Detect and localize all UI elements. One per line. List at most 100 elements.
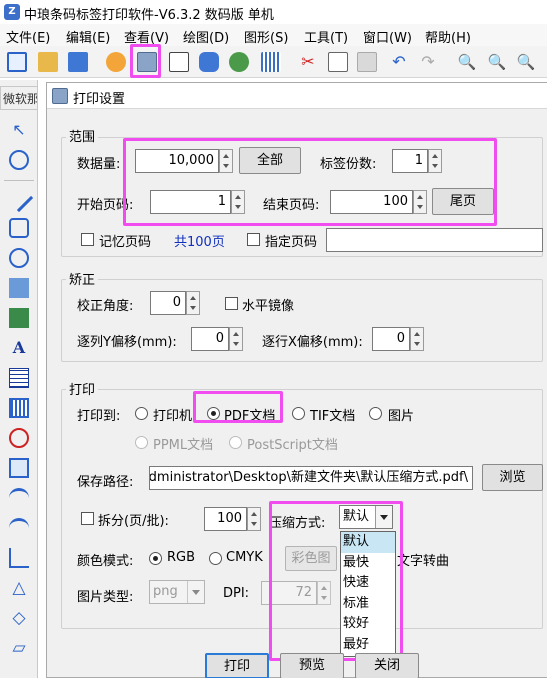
postscript-radio[interactable] — [229, 436, 242, 449]
start-page-spinner[interactable] — [231, 190, 245, 214]
picture-icon[interactable] — [9, 308, 29, 328]
copies-spinner[interactable] — [428, 149, 442, 173]
cmyk-radio[interactable] — [209, 552, 222, 565]
save-icon[interactable] — [68, 52, 88, 72]
menu-window[interactable]: 窗口(W) — [363, 27, 412, 46]
shape-library-icon[interactable] — [9, 428, 29, 448]
printer-radio[interactable] — [135, 407, 148, 420]
data-settings-icon[interactable] — [229, 52, 249, 72]
image-label: 图片 — [388, 409, 415, 424]
zoom-in-icon[interactable]: 🔍 — [457, 52, 477, 72]
polyline-icon[interactable] — [9, 548, 29, 568]
specify-pages-input[interactable] — [326, 228, 543, 252]
menu-view[interactable]: 查看(V) — [124, 27, 169, 46]
specify-pages-checkbox[interactable] — [247, 233, 260, 246]
rgb-radio[interactable] — [149, 552, 162, 565]
angle-input[interactable]: 0 — [150, 291, 186, 315]
angle-label: 校正角度: — [77, 299, 134, 314]
dpi-spinner[interactable] — [317, 581, 331, 605]
start-page-input[interactable]: 1 — [150, 190, 231, 214]
paste-icon[interactable] — [357, 52, 377, 72]
pdf-radio[interactable] — [207, 407, 220, 420]
redo-icon[interactable]: ↷ — [418, 52, 438, 72]
dpi-label: DPI: — [223, 586, 250, 601]
print-icon — [52, 88, 68, 104]
arc-icon[interactable] — [9, 518, 29, 538]
menu-shape[interactable]: 图形(S) — [244, 27, 288, 46]
ppml-radio[interactable] — [135, 436, 148, 449]
browse-button[interactable]: 浏览 — [482, 464, 543, 491]
menu-help[interactable]: 帮助(H) — [425, 27, 471, 46]
x-offset-spinner[interactable] — [410, 327, 424, 351]
image-radio[interactable] — [369, 407, 382, 420]
line-icon[interactable] — [4, 183, 34, 213]
menu-edit[interactable]: 编辑(E) — [66, 27, 110, 46]
cut-icon[interactable]: ✂ — [298, 52, 318, 72]
window-title: 中琅条码标签打印软件-V6.3.2 数码版 单机 — [24, 8, 274, 23]
parallelogram-icon[interactable]: ▱ — [9, 638, 29, 658]
compress-option[interactable]: 默认 — [341, 532, 395, 553]
close-button[interactable]: 关闭 — [355, 653, 419, 678]
tif-radio[interactable] — [292, 407, 305, 420]
side-tab[interactable]: 微软那 — [0, 86, 38, 110]
print-settings-dialog: 打印设置 范围 数据量: 10,000 全部 标签份数: 1 开始页码: 1 结… — [46, 82, 547, 678]
spot-color-button[interactable]: 彩色图 — [285, 546, 337, 571]
diamond-icon[interactable]: ◇ — [9, 608, 29, 628]
remember-pages-checkbox[interactable] — [81, 233, 94, 246]
end-page-spinner[interactable] — [413, 190, 427, 214]
compress-select[interactable]: 默认 — [339, 505, 393, 529]
copies-input[interactable]: 1 — [392, 149, 428, 173]
save-path-input[interactable]: \Administrator\Desktop\新建文件夹\默认压缩方式.pdf — [149, 466, 473, 490]
qrcode-icon[interactable] — [9, 458, 29, 478]
image-icon[interactable] — [9, 278, 29, 298]
barcode-icon[interactable] — [9, 398, 29, 418]
compress-option[interactable]: 最好 — [341, 635, 395, 656]
split-checkbox[interactable] — [81, 512, 94, 525]
database-icon[interactable] — [199, 52, 219, 72]
chevron-down-icon[interactable] — [375, 506, 392, 528]
image-type-select[interactable]: png — [149, 580, 205, 604]
split-input[interactable]: 100 — [204, 507, 247, 531]
triangle-icon[interactable]: △ — [9, 578, 29, 598]
dpi-input[interactable]: 72 — [261, 581, 317, 605]
all-button[interactable]: 全部 — [239, 147, 301, 174]
data-qty-spinner[interactable] — [219, 149, 233, 173]
zoom-fit-icon[interactable]: 🔍 — [516, 52, 536, 72]
grid-icon[interactable] — [261, 52, 281, 72]
ellipse-icon[interactable] — [9, 248, 29, 268]
compress-option[interactable]: 较好 — [341, 614, 395, 635]
settings-gear-icon[interactable] — [106, 52, 126, 72]
end-page-input[interactable]: 100 — [330, 190, 413, 214]
undo-icon[interactable]: ↶ — [389, 52, 409, 72]
pointer-icon[interactable]: ↖ — [9, 120, 29, 140]
print-icon[interactable] — [137, 52, 157, 72]
menu-file[interactable]: 文件(E) — [6, 27, 50, 46]
copy-icon[interactable] — [328, 52, 348, 72]
new-file-icon[interactable] — [7, 52, 27, 72]
y-offset-spinner[interactable] — [229, 327, 243, 351]
zoom-out-icon[interactable]: 🔍 — [487, 52, 507, 72]
menu-tools[interactable]: 工具(T) — [304, 27, 348, 46]
print-button[interactable]: 打印 — [205, 653, 269, 678]
y-offset-input[interactable]: 0 — [191, 327, 229, 351]
print-preview-icon[interactable] — [169, 52, 189, 72]
preview-button[interactable]: 预览 — [280, 653, 344, 678]
menu-draw[interactable]: 绘图(D) — [183, 27, 229, 46]
angle-spinner[interactable] — [186, 291, 200, 315]
text-icon[interactable]: A — [9, 338, 29, 358]
curve-icon[interactable] — [9, 488, 29, 508]
chevron-down-icon[interactable] — [187, 581, 204, 603]
rich-text-icon[interactable] — [9, 368, 29, 388]
compress-option[interactable]: 快速 — [341, 573, 395, 594]
rectangle-icon[interactable] — [9, 218, 29, 238]
open-folder-icon[interactable] — [38, 52, 58, 72]
compress-option[interactable]: 标准 — [341, 594, 395, 615]
hand-icon[interactable] — [9, 150, 29, 170]
data-qty-input[interactable]: 10,000 — [135, 149, 219, 173]
x-offset-input[interactable]: 0 — [372, 327, 410, 351]
compress-option[interactable]: 最快 — [341, 553, 395, 574]
last-page-button[interactable]: 尾页 — [432, 188, 494, 215]
mirror-checkbox[interactable] — [225, 297, 238, 310]
split-spinner[interactable] — [247, 507, 261, 531]
image-type-label: 图片类型: — [77, 590, 134, 605]
